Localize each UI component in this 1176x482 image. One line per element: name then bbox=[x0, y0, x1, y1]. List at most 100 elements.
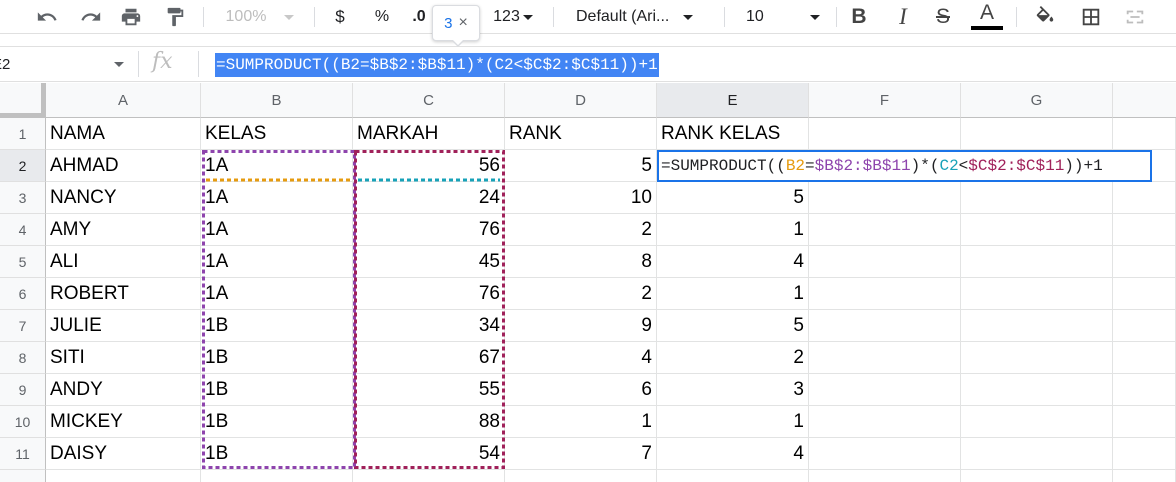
cell-g7[interactable] bbox=[961, 310, 1113, 342]
cell-c5[interactable]: 45 bbox=[353, 246, 505, 278]
cell-b6[interactable]: 1A bbox=[201, 278, 353, 310]
cell-editor-e2[interactable]: =SUMPRODUCT((B2=$B$2:$B$11)*(C2<$C$2:$C$… bbox=[657, 150, 1152, 182]
font-family-select[interactable]: Default (Ari... bbox=[566, 0, 712, 34]
cell-g12[interactable] bbox=[961, 470, 1113, 482]
cell-g1[interactable] bbox=[961, 118, 1113, 150]
cell-a9[interactable]: ANDY bbox=[46, 374, 201, 406]
column-header-c[interactable]: C bbox=[353, 83, 505, 118]
column-header-e[interactable]: E bbox=[657, 83, 809, 118]
cell-c7[interactable]: 34 bbox=[353, 310, 505, 342]
cell-d5[interactable]: 8 bbox=[505, 246, 657, 278]
cell-g3[interactable] bbox=[961, 182, 1113, 214]
row-header[interactable]: 10 bbox=[0, 406, 46, 438]
cell-c8[interactable]: 67 bbox=[353, 342, 505, 374]
cell-f9[interactable] bbox=[809, 374, 961, 406]
column-header-d[interactable]: D bbox=[505, 83, 657, 118]
row-header[interactable]: 3 bbox=[0, 182, 46, 214]
cell-h12[interactable] bbox=[1113, 470, 1176, 482]
cell-f7[interactable] bbox=[809, 310, 961, 342]
cell-b11[interactable]: 1B bbox=[201, 438, 353, 470]
cell-h7[interactable] bbox=[1113, 310, 1176, 342]
cell-d2[interactable]: 5 bbox=[505, 150, 657, 182]
cell-a11[interactable]: DAISY bbox=[46, 438, 201, 470]
close-icon[interactable]: × bbox=[459, 14, 468, 32]
cell-f11[interactable] bbox=[809, 438, 961, 470]
row-header[interactable]: 1 bbox=[0, 118, 46, 150]
cell-c1[interactable]: MARKAH bbox=[353, 118, 505, 150]
cell-b3[interactable]: 1A bbox=[201, 182, 353, 214]
cell-h9[interactable] bbox=[1113, 374, 1176, 406]
cell-a3[interactable]: NANCY bbox=[46, 182, 201, 214]
cell-d1[interactable]: RANK bbox=[505, 118, 657, 150]
select-all-corner[interactable] bbox=[0, 83, 46, 118]
cell-f1[interactable] bbox=[809, 118, 961, 150]
cell-f4[interactable] bbox=[809, 214, 961, 246]
cell-b7[interactable]: 1B bbox=[201, 310, 353, 342]
cell-g5[interactable] bbox=[961, 246, 1113, 278]
cell-g11[interactable] bbox=[961, 438, 1113, 470]
cell-b9[interactable]: 1B bbox=[201, 374, 353, 406]
cell-c4[interactable]: 76 bbox=[353, 214, 505, 246]
decrease-decimal-button[interactable]: .0 bbox=[405, 0, 433, 34]
cell-e1[interactable]: RANK KELAS bbox=[657, 118, 809, 150]
cell-c12[interactable] bbox=[353, 470, 505, 482]
cell-f12[interactable] bbox=[809, 470, 961, 482]
cell-d4[interactable]: 2 bbox=[505, 214, 657, 246]
redo-icon[interactable] bbox=[74, 0, 108, 34]
cell-a12[interactable] bbox=[46, 470, 201, 482]
cell-e7[interactable]: 5 bbox=[657, 310, 809, 342]
cell-h8[interactable] bbox=[1113, 342, 1176, 374]
row-header[interactable]: 4 bbox=[0, 214, 46, 246]
cell-h1[interactable] bbox=[1113, 118, 1176, 150]
cell-a2[interactable]: AHMAD bbox=[46, 150, 201, 182]
text-color-button[interactable]: A bbox=[970, 0, 1004, 34]
row-header[interactable]: 5 bbox=[0, 246, 46, 278]
column-header-a[interactable]: A bbox=[46, 83, 201, 118]
cell-b4[interactable]: 1A bbox=[201, 214, 353, 246]
paint-format-icon[interactable] bbox=[158, 0, 192, 34]
cell-d8[interactable]: 4 bbox=[505, 342, 657, 374]
cell-e8[interactable]: 2 bbox=[657, 342, 809, 374]
row-header[interactable]: 11 bbox=[0, 438, 46, 470]
row-header[interactable]: 7 bbox=[0, 310, 46, 342]
cell-g6[interactable] bbox=[961, 278, 1113, 310]
cell-e5[interactable]: 4 bbox=[657, 246, 809, 278]
cell-a1[interactable]: NAMA bbox=[46, 118, 201, 150]
cell-b1[interactable]: KELAS bbox=[201, 118, 353, 150]
cell-g10[interactable] bbox=[961, 406, 1113, 438]
cell-c6[interactable]: 76 bbox=[353, 278, 505, 310]
borders-icon[interactable] bbox=[1076, 0, 1106, 34]
cell-d3[interactable]: 10 bbox=[505, 182, 657, 214]
cell-f3[interactable] bbox=[809, 182, 961, 214]
more-formats-select[interactable]: 123 bbox=[487, 0, 539, 34]
cell-b10[interactable]: 1B bbox=[201, 406, 353, 438]
cell-e10[interactable]: 1 bbox=[657, 406, 809, 438]
cell-a4[interactable]: AMY bbox=[46, 214, 201, 246]
cell-b12[interactable] bbox=[201, 470, 353, 482]
cell-a10[interactable]: MICKEY bbox=[46, 406, 201, 438]
fill-color-icon[interactable] bbox=[1030, 0, 1060, 34]
column-header-g[interactable]: G bbox=[961, 83, 1113, 118]
font-size-select[interactable]: 10 bbox=[736, 0, 826, 34]
cell-d6[interactable]: 2 bbox=[505, 278, 657, 310]
formula-input[interactable]: =SUMPRODUCT((B2=$B$2:$B$11)*(C2<$C$2:$C$… bbox=[215, 53, 659, 77]
cell-c10[interactable]: 88 bbox=[353, 406, 505, 438]
cell-d12[interactable] bbox=[505, 470, 657, 482]
cell-a7[interactable]: JULIE bbox=[46, 310, 201, 342]
cell-a8[interactable]: SITI bbox=[46, 342, 201, 374]
undo-icon[interactable] bbox=[30, 0, 64, 34]
cell-d11[interactable]: 7 bbox=[505, 438, 657, 470]
cell-d9[interactable]: 6 bbox=[505, 374, 657, 406]
cell-b5[interactable]: 1A bbox=[201, 246, 353, 278]
row-header[interactable]: 9 bbox=[0, 374, 46, 406]
cell-h3[interactable] bbox=[1113, 182, 1176, 214]
print-icon[interactable] bbox=[114, 0, 148, 34]
cell-h4[interactable] bbox=[1113, 214, 1176, 246]
column-header-f[interactable]: F bbox=[809, 83, 961, 118]
currency-format-button[interactable]: $ bbox=[326, 0, 354, 34]
cell-e4[interactable]: 1 bbox=[657, 214, 809, 246]
strikethrough-button[interactable]: S bbox=[928, 0, 958, 34]
cell-h6[interactable] bbox=[1113, 278, 1176, 310]
cell-b8[interactable]: 1B bbox=[201, 342, 353, 374]
freeze-row-handle[interactable] bbox=[0, 113, 46, 117]
